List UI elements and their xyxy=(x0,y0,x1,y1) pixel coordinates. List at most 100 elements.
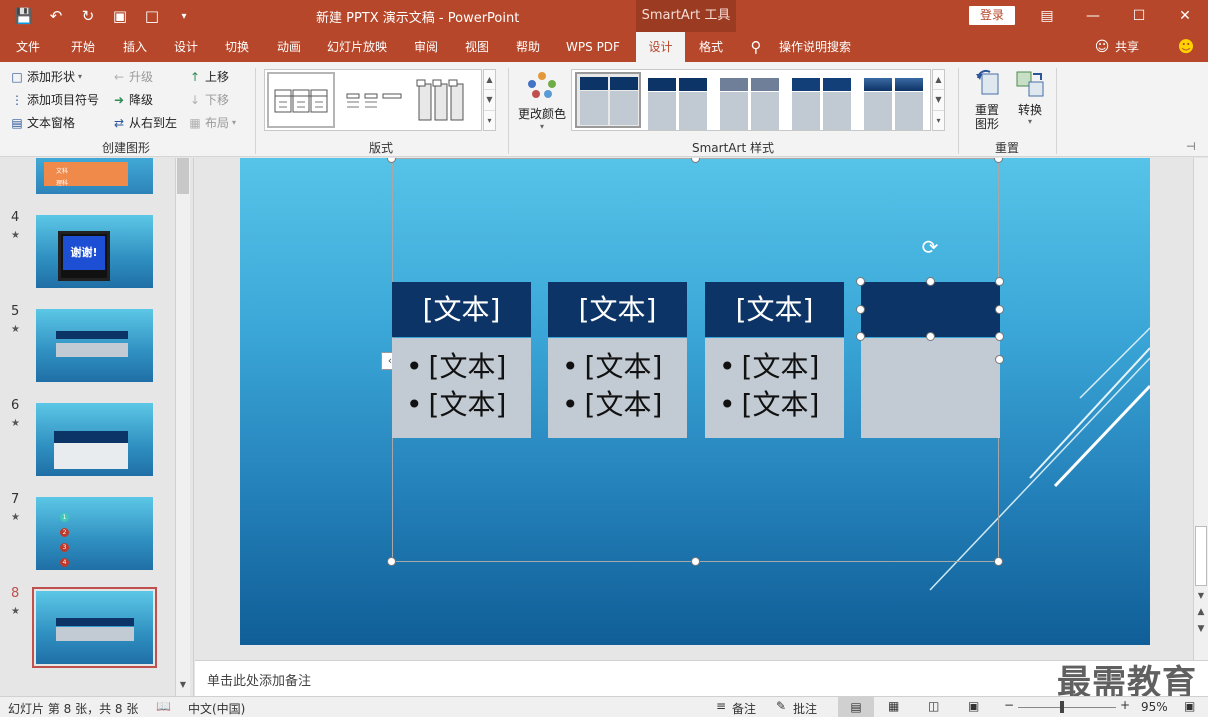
smartart-body-3[interactable]: [文本][文本] xyxy=(705,338,844,438)
scroll-down-icon[interactable]: ▼ xyxy=(933,90,944,111)
maximize-icon[interactable]: ☐ xyxy=(1116,0,1162,32)
layout-option-3[interactable] xyxy=(411,74,471,126)
add-shape-button[interactable]: □ 添加形状 ▾ xyxy=(10,68,82,85)
bullet-item[interactable]: [文本] xyxy=(406,386,531,424)
shape-handle[interactable] xyxy=(926,277,935,286)
zoom-slider[interactable] xyxy=(1018,707,1116,708)
smiley-icon[interactable]: ☻ xyxy=(1176,32,1196,62)
smartart-header-2[interactable]: [文本] xyxy=(548,282,687,337)
style-option-selected[interactable] xyxy=(575,72,641,128)
tab-help[interactable]: 帮助 xyxy=(505,32,551,62)
pin-ribbon-icon[interactable]: ⊣ xyxy=(1186,140,1196,153)
slide-thumbnail-5[interactable] xyxy=(36,309,153,382)
shape-handle[interactable] xyxy=(856,277,865,286)
slide-sorter-icon[interactable]: ▦ xyxy=(888,699,899,713)
bullet-item[interactable]: [文本] xyxy=(562,348,687,386)
rotate-handle-icon[interactable]: ⟳ xyxy=(919,236,941,258)
redo-icon[interactable]: ↻ xyxy=(72,7,104,25)
resize-handle[interactable] xyxy=(387,557,396,566)
smartart-header-3[interactable]: [文本] xyxy=(705,282,844,337)
zoom-out-icon[interactable]: − xyxy=(1004,698,1014,712)
previous-slide-icon[interactable]: ▲ xyxy=(1194,607,1208,617)
notes-toggle[interactable]: 备注 xyxy=(732,700,756,717)
zoom-slider-thumb[interactable] xyxy=(1060,701,1064,713)
slide-scrollbar[interactable]: ▼ ▲ ▼ xyxy=(1193,158,1208,660)
bullet-item[interactable]: [文本] xyxy=(719,386,844,424)
slide-thumbnail-8[interactable] xyxy=(32,587,157,668)
shape-handle[interactable] xyxy=(926,332,935,341)
smartart-body-4[interactable] xyxy=(861,338,1000,438)
normal-view-icon[interactable]: ▤ xyxy=(838,697,874,717)
fit-slide-icon[interactable]: ▣ xyxy=(1184,699,1195,713)
smartart-body-2[interactable]: [文本][文本] xyxy=(548,338,687,438)
slide-thumbnail-4[interactable]: 谢谢! xyxy=(36,215,153,288)
scroll-up-icon[interactable]: ▲ xyxy=(484,70,495,91)
scroll-down-icon[interactable]: ▼ xyxy=(1194,591,1208,600)
tab-design[interactable]: 设计 xyxy=(163,32,209,62)
scroll-down-icon[interactable]: ▼ xyxy=(484,90,495,111)
text-pane-button[interactable]: ▤ 文本窗格 xyxy=(10,114,75,131)
slideshow-icon[interactable]: ▣ xyxy=(968,699,979,713)
reading-view-icon[interactable]: ◫ xyxy=(928,699,939,713)
scroll-thumb[interactable] xyxy=(1195,526,1207,586)
scroll-thumb[interactable] xyxy=(177,158,189,194)
save-icon[interactable]: 💾 xyxy=(8,7,40,25)
minimize-icon[interactable]: — xyxy=(1070,0,1116,32)
tab-transitions[interactable]: 切换 xyxy=(214,32,260,62)
zoom-level[interactable]: 95% xyxy=(1141,700,1168,714)
slide-thumbnail-7[interactable]: 1 2 3 4 xyxy=(36,497,153,570)
language-indicator[interactable]: 中文(中国) xyxy=(188,700,245,717)
comments-toggle[interactable]: 批注 xyxy=(793,700,817,717)
slide-canvas[interactable]: ‹ [文本] [文本][文本] [文本] [文本][文本] [文本] [文本][… xyxy=(240,158,1150,645)
new-icon[interactable]: □ xyxy=(136,7,168,25)
demote-button[interactable]: ➜ 降级 xyxy=(112,91,153,108)
close-icon[interactable]: ✕ xyxy=(1162,0,1208,32)
undo-icon[interactable]: ↶ xyxy=(40,7,72,25)
ribbon-display-icon[interactable]: ▤ xyxy=(1024,0,1070,32)
tab-smartart-design[interactable]: 设计 xyxy=(636,32,685,62)
smartart-body-1[interactable]: [文本][文本] xyxy=(392,338,531,438)
notes-placeholder[interactable]: 单击此处添加备注 xyxy=(207,670,311,689)
smartart-header-4-selected[interactable] xyxy=(861,282,1000,337)
reset-graphic-button[interactable]: 重置 图形 xyxy=(966,68,1008,134)
scroll-up-icon[interactable]: ▲ xyxy=(933,70,944,91)
tell-me-search[interactable]: 操作说明搜索 xyxy=(772,32,858,62)
smartart-header-1[interactable]: [文本] xyxy=(392,282,531,337)
style-option-4[interactable] xyxy=(792,78,852,130)
more-icon[interactable]: ▾ xyxy=(933,111,944,130)
shape-handle[interactable] xyxy=(856,332,865,341)
zoom-in-icon[interactable]: + xyxy=(1120,698,1130,712)
change-colors-button[interactable]: 更改颜色 ▾ xyxy=(516,68,568,134)
spellcheck-icon[interactable]: 📖 xyxy=(156,699,171,713)
thumbnail-scrollbar[interactable]: ▼ xyxy=(175,158,190,696)
tab-home[interactable]: 开始 xyxy=(60,32,106,62)
layout-option-2[interactable] xyxy=(341,74,407,126)
shape-handle[interactable] xyxy=(995,277,1004,286)
style-option-3[interactable] xyxy=(720,78,780,130)
add-bullet-button[interactable]: ⋮ 添加项目符号 xyxy=(10,91,99,108)
customize-icon[interactable]: ▾ xyxy=(168,11,200,22)
shape-handle[interactable] xyxy=(995,332,1004,341)
promote-button[interactable]: ← 升级 xyxy=(112,68,153,85)
bullet-item[interactable]: [文本] xyxy=(719,348,844,386)
layout-option-selected[interactable] xyxy=(267,72,335,128)
resize-handle[interactable] xyxy=(691,557,700,566)
bullet-item[interactable]: [文本] xyxy=(562,386,687,424)
next-slide-icon[interactable]: ▼ xyxy=(1194,624,1208,634)
convert-button[interactable]: 转换 ▾ xyxy=(1010,68,1050,134)
tab-file[interactable]: 文件 xyxy=(5,32,51,62)
scroll-down-icon[interactable]: ▼ xyxy=(176,680,190,689)
share-button[interactable]: 共享 xyxy=(1112,32,1142,62)
bullet-item[interactable]: [文本] xyxy=(406,348,531,386)
style-option-5[interactable] xyxy=(864,78,924,130)
tab-animations[interactable]: 动画 xyxy=(266,32,312,62)
shape-handle[interactable] xyxy=(995,355,1004,364)
resize-handle[interactable] xyxy=(994,557,1003,566)
present-icon[interactable]: ▣ xyxy=(104,7,136,25)
tab-review[interactable]: 审阅 xyxy=(403,32,449,62)
layout-button[interactable]: ▦ 布局 ▾ xyxy=(188,114,236,131)
tab-insert[interactable]: 插入 xyxy=(112,32,158,62)
smartart-styles-gallery[interactable] xyxy=(571,69,931,131)
more-icon[interactable]: ▾ xyxy=(484,111,495,130)
slide-thumbnail-3[interactable]: 文科 理科 xyxy=(36,158,153,194)
